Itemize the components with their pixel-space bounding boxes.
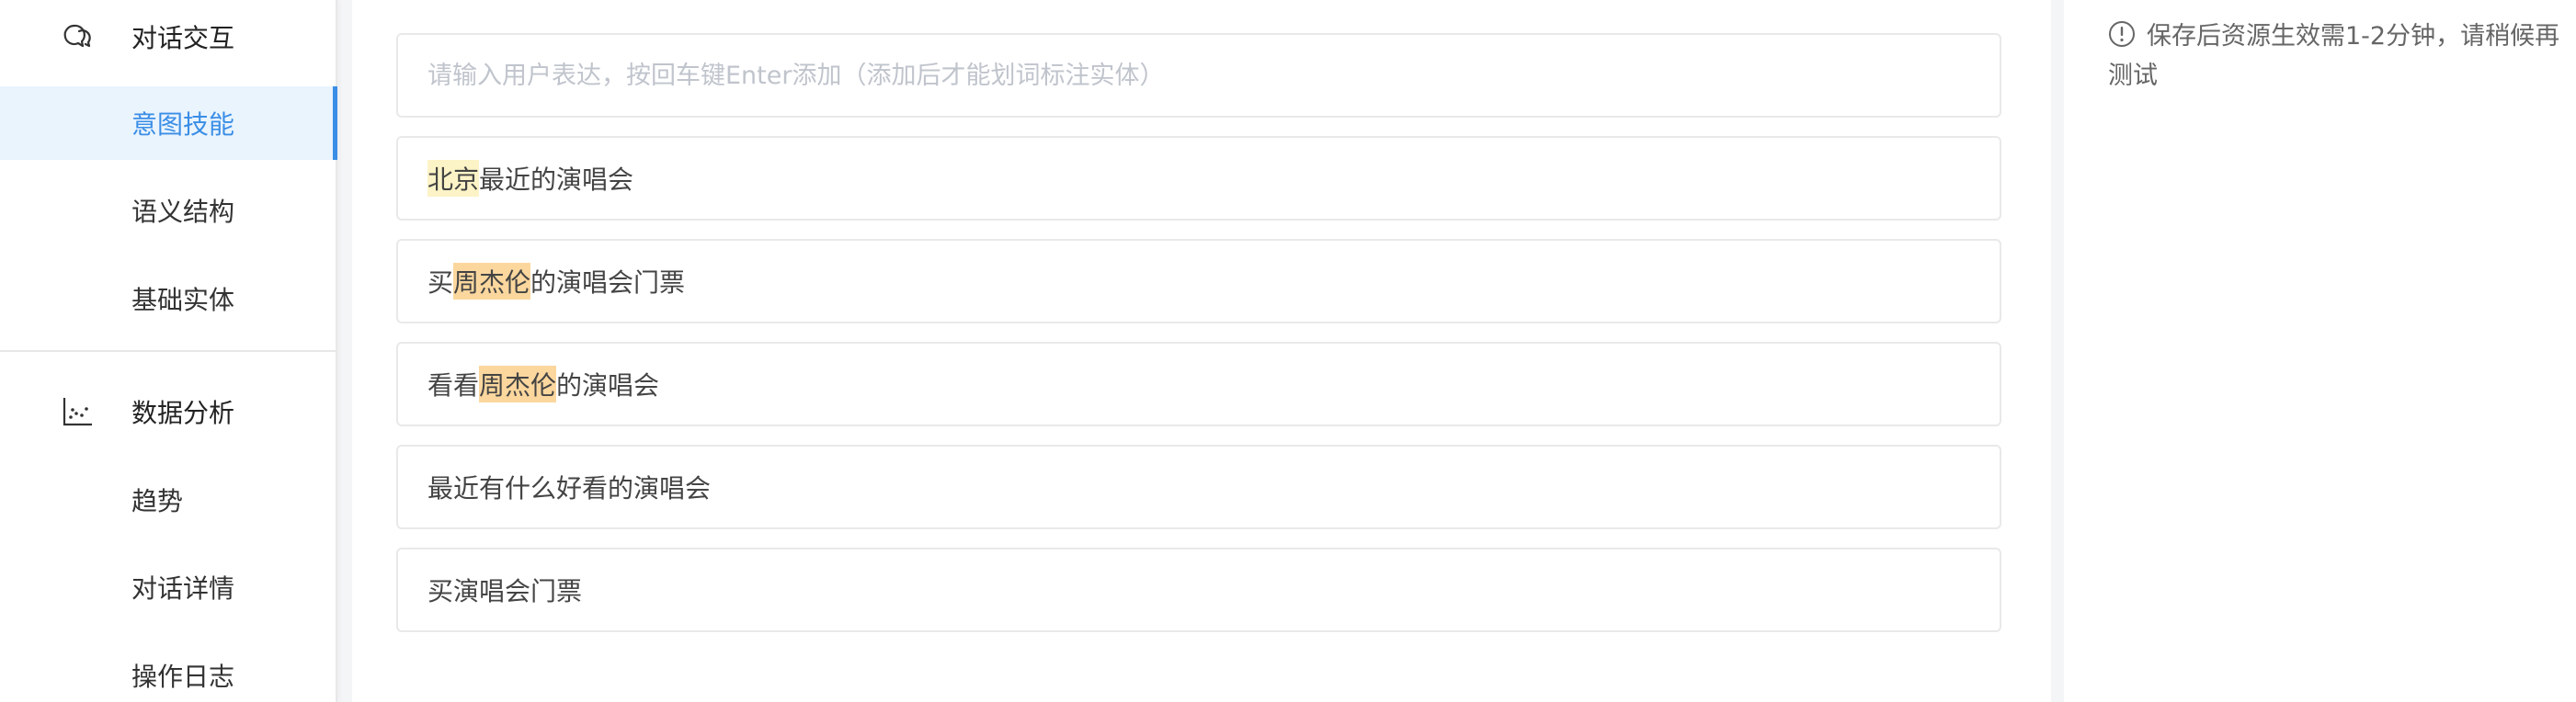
scatter-chart-icon <box>61 395 94 428</box>
sidebar-item-trends[interactable]: 趋势 <box>0 463 336 537</box>
save-notice-text: 保存后资源生效需1-2分钟，请稍候再测试 <box>2108 22 2560 90</box>
sidebar-item-base-entities[interactable]: 基础实体 <box>0 262 336 335</box>
sidebar-item-label: 对话详情 <box>131 573 235 604</box>
sidebar-item-label: 趋势 <box>131 486 184 516</box>
right-panel: 保存后资源生效需1-2分钟，请稍候再测试 <box>2064 0 2576 702</box>
sidebar-item-intent-skills[interactable]: 意图技能 <box>0 86 337 160</box>
utterance-row[interactable]: 看看 周杰伦 的演唱会 <box>396 342 2001 426</box>
nav-group-dialog[interactable]: 对话交互 <box>0 9 336 64</box>
utterance-text: 看看 <box>427 370 480 401</box>
sidebar-item-dialog-details[interactable]: 对话详情 <box>0 550 336 624</box>
utterance-text: 的演唱会 <box>556 370 660 401</box>
utterance-row[interactable]: 最近有什么好看的演唱会 <box>396 445 2001 529</box>
sidebar-item-label: 意图技能 <box>131 109 235 140</box>
utterance-text: 买演唱会门票 <box>427 576 583 606</box>
sidebar: 对话交互 意图技能 语义结构 基础实体 数据分析 趋势 对话详情 操作日志 <box>0 0 337 702</box>
utterance-text: 最近的演唱会 <box>479 164 634 195</box>
nav-group-analytics-label: 数据分析 <box>131 398 235 428</box>
utterance-row[interactable]: 买周杰伦 的演唱会门票 <box>396 239 2001 323</box>
utterance-row[interactable]: 北京 最近的演唱会 <box>396 136 2001 221</box>
page: 对话交互 意图技能 语义结构 基础实体 数据分析 趋势 对话详情 操作日志 请输… <box>0 0 2576 702</box>
chat-bubbles-icon <box>61 20 94 53</box>
sidebar-item-label: 操作日志 <box>131 662 235 692</box>
info-circle-icon <box>2108 20 2136 48</box>
sidebar-item-operation-log[interactable]: 操作日志 <box>0 639 336 702</box>
utterance-text: 最近有什么好看的演唱会 <box>427 473 712 504</box>
nav-group-analytics[interactable]: 数据分析 <box>0 384 336 439</box>
nav-group-dialog-label: 对话交互 <box>131 23 235 53</box>
entity-annotation[interactable]: 周杰伦 <box>453 263 531 300</box>
save-notice: 保存后资源生效需1-2分钟，请稍候再测试 <box>2108 17 2568 96</box>
entity-annotation[interactable]: 北京 <box>427 160 480 197</box>
sidebar-item-label: 语义结构 <box>131 197 235 227</box>
sidebar-item-label: 基础实体 <box>131 285 235 315</box>
entity-annotation[interactable]: 周杰伦 <box>479 366 557 402</box>
sidebar-divider <box>0 350 336 352</box>
utterance-text: 买 <box>427 267 454 298</box>
sidebar-item-semantic-structure[interactable]: 语义结构 <box>0 174 336 247</box>
utterance-row[interactable]: 买演唱会门票 <box>396 548 2001 632</box>
utterance-input[interactable] <box>396 33 2001 118</box>
utterance-text: 的演唱会门票 <box>530 267 686 298</box>
utterance-panel: 北京最近的演唱会买周杰伦的演唱会门票看看周杰伦的演唱会最近有什么好看的演唱会买演… <box>352 0 2051 702</box>
